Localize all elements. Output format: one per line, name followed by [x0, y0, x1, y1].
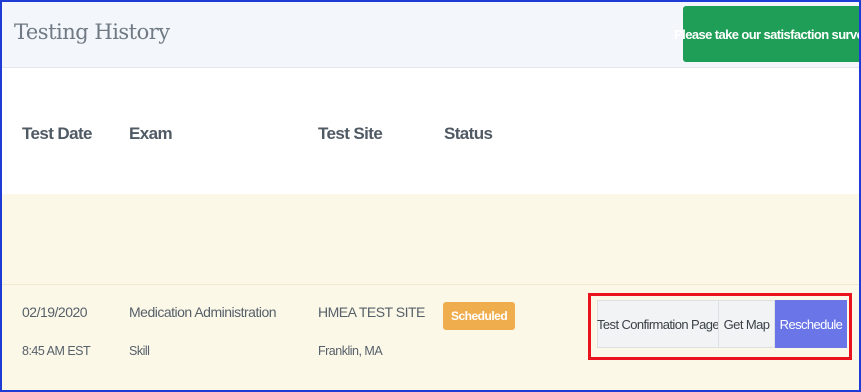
- page-title: Testing History: [14, 20, 170, 44]
- panel-header: Testing History Please take our satisfac…: [2, 2, 859, 68]
- column-header-test-date: Test Date: [22, 124, 92, 143]
- table-body: 02/19/2020 8:45 AM EST Medication Admini…: [2, 194, 859, 390]
- exam-name: Medication Administration: [129, 304, 277, 320]
- exam-type: Skill: [129, 344, 150, 358]
- status-badge: Scheduled: [443, 302, 516, 330]
- test-site-location: Franklin, MA: [318, 344, 383, 358]
- test-date: 02/19/2020: [22, 304, 88, 320]
- table-header: Test Date Exam Test Site Status: [2, 68, 859, 194]
- column-header-exam: Exam: [129, 124, 173, 143]
- satisfaction-survey-button[interactable]: Please take our satisfaction survey: [674, 6, 859, 62]
- testing-history-panel: Testing History Please take our satisfac…: [0, 0, 861, 392]
- reschedule-button[interactable]: Reschedule: [775, 300, 847, 348]
- test-site-name: HMEA TEST SITE: [318, 304, 425, 320]
- column-header-test-site: Test Site: [318, 124, 383, 143]
- test-confirmation-page-button[interactable]: Test Confirmation Page: [597, 300, 720, 348]
- row-divider: [2, 284, 859, 285]
- column-header-status: Status: [444, 124, 493, 143]
- test-time: 8:45 AM EST: [22, 344, 91, 358]
- get-map-button[interactable]: Get Map: [718, 300, 775, 348]
- row-actions-button-group: Test Confirmation Page Get Map Reschedul…: [597, 300, 847, 348]
